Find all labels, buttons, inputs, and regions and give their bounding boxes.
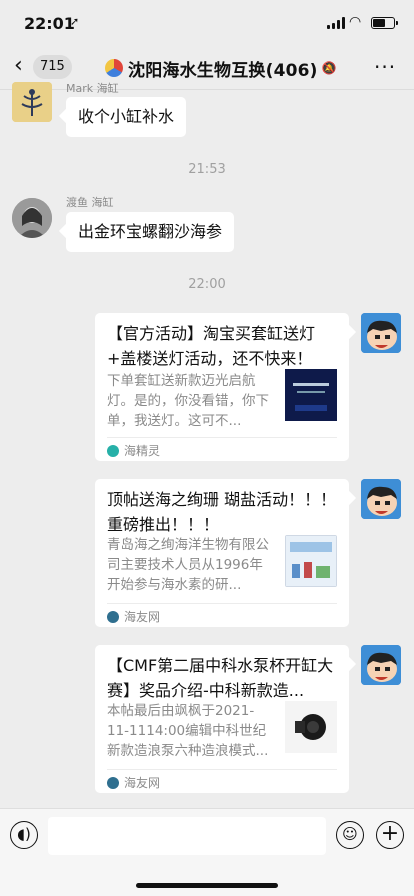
link-card[interactable]: 顶帖送海之绚珊 瑚盐活动！！！重磅推出！！！ 青岛海之绚海洋生物有限公司主要技术…: [95, 479, 349, 627]
muted-bell-icon: 🔕: [321, 61, 337, 75]
unread-badge[interactable]: 715: [33, 55, 72, 79]
message-bubble[interactable]: 出金环宝螺翻沙海参: [66, 212, 235, 252]
link-card[interactable]: 【CMF第二届中科水泵杯开缸大赛】奖品介绍-中科新款造... 本帖最后由飒枫于2…: [95, 645, 349, 793]
avatar[interactable]: [12, 82, 52, 122]
avatar[interactable]: [361, 645, 401, 685]
message-input[interactable]: [48, 817, 326, 855]
status-time: 22:01: [24, 14, 75, 33]
card-source: 海友网: [107, 774, 160, 791]
emoji-icon[interactable]: ☺: [336, 821, 364, 849]
battery-icon: [371, 17, 398, 29]
more-button[interactable]: ···: [374, 55, 396, 79]
message-bubble[interactable]: 收个小缸补水: [66, 97, 187, 137]
chat-header: ‹ 715 沈阳海水生物互换(406) 🔕 ···: [0, 44, 414, 90]
battery-level: [373, 19, 385, 27]
sender-name: 渡鱼 海缸: [66, 196, 114, 209]
card-source-label: 海友网: [124, 610, 161, 624]
wifi-icon: ◠: [349, 14, 362, 30]
avatar[interactable]: [12, 198, 52, 238]
card-description: 下单套缸送新款迈光启航灯。是的，你没看错，你下单，我送灯。这可不...: [107, 373, 269, 429]
group-emblem-icon: [105, 59, 123, 77]
chevron-left-icon[interactable]: ‹: [14, 53, 23, 78]
status-bar: 22:01 ➚ ◠: [0, 0, 414, 44]
timestamp: 21:53: [188, 162, 226, 177]
card-source: 海友网: [107, 608, 160, 625]
card-title: 顶帖送海之绚珊 瑚盐活动！！！重磅推出！！！: [107, 490, 337, 534]
home-indicator: [136, 883, 278, 888]
card-divider: [107, 769, 337, 770]
card-thumbnail: [285, 369, 337, 421]
card-title: 【CMF第二届中科水泵杯开缸大赛】奖品介绍-中科新款造...: [107, 656, 334, 700]
voice-icon[interactable]: ◖): [10, 821, 38, 849]
plus-icon[interactable]: +: [376, 821, 404, 849]
card-title: 【官方活动】淘宝买套缸送灯+盖楼送灯活动，还不快来！: [107, 324, 316, 368]
source-app-icon: [107, 776, 119, 789]
chat-title: 沈阳海水生物互换(406): [128, 60, 318, 81]
card-divider: [107, 437, 337, 438]
card-source-label: 海友网: [124, 776, 161, 790]
location-arrow-icon: ➚: [70, 15, 80, 28]
card-thumbnail: [285, 535, 337, 587]
link-card[interactable]: 【官方活动】淘宝买套缸送灯+盖楼送灯活动，还不快来！ 下单套缸送新款迈光启航灯。…: [95, 313, 349, 461]
avatar[interactable]: [361, 313, 401, 353]
sender-name: Mark 海缸: [66, 82, 119, 95]
avatar[interactable]: [361, 479, 401, 519]
card-thumbnail: [285, 701, 337, 753]
card-description: 本帖最后由飒枫于2021-11-1114:00编辑中科世纪新款造浪泵六种造浪模式…: [107, 703, 269, 759]
card-divider: [107, 603, 337, 604]
card-source: 海精灵: [107, 442, 160, 459]
card-description: 青岛海之绚海洋生物有限公司主要技术人员从1996年开始参与海水素的研...: [107, 537, 269, 593]
source-app-icon: [107, 610, 119, 623]
timestamp: 22:00: [188, 277, 226, 292]
chat-title-group[interactable]: 沈阳海水生物互换(406) 🔕: [105, 55, 337, 81]
source-app-icon: [107, 444, 119, 457]
card-source-label: 海精灵: [124, 444, 161, 458]
signal-icon: [327, 17, 345, 29]
